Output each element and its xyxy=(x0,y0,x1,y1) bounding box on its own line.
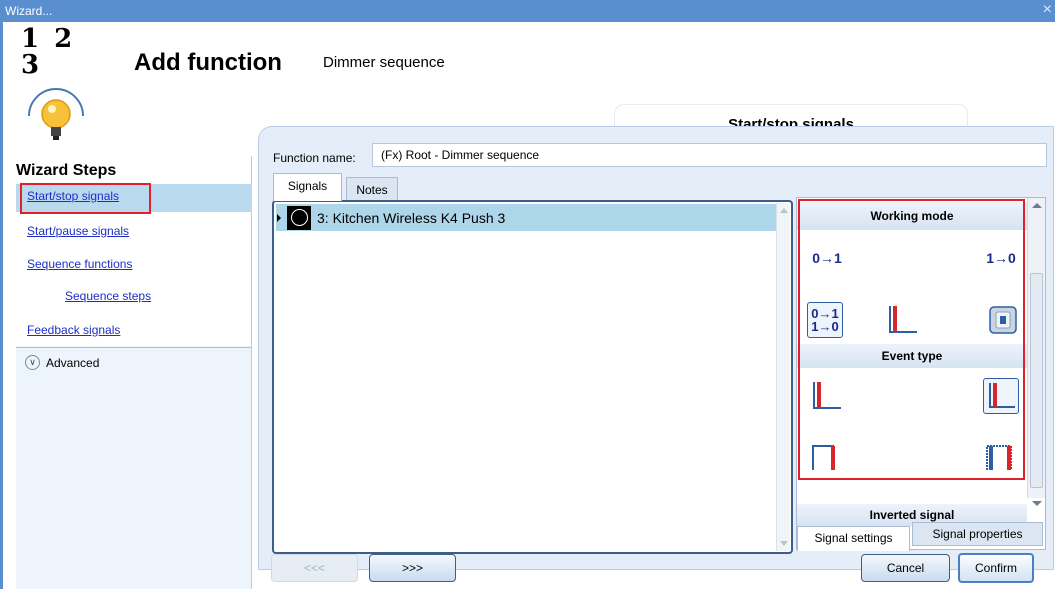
tab-signal-settings[interactable]: Signal settings xyxy=(797,526,910,551)
highlight-box-settings xyxy=(798,199,1025,480)
scroll-up-arrow-icon[interactable] xyxy=(780,208,788,213)
signal-row[interactable]: 3: Kitchen Wireless K4 Push 3 xyxy=(276,204,776,231)
sidebar-item-start-pause-signals[interactable]: Start/pause signals xyxy=(16,219,252,247)
window-titlebar: Wizard... × xyxy=(0,0,1055,22)
sidebar-item-label: Sequence steps xyxy=(65,289,152,303)
main-content-panel: Function name: (Fx) Root - Dimmer sequen… xyxy=(258,126,1054,570)
advanced-toggle[interactable]: ∨ Advanced xyxy=(25,355,99,370)
wizard-steps-title: Wizard Steps xyxy=(16,162,117,179)
wireless-push-button-icon xyxy=(287,205,311,230)
scroll-down-arrow-icon[interactable] xyxy=(1032,501,1042,506)
wizard-logo: 1 2 3 xyxy=(21,24,91,140)
page-subtitle: Dimmer sequence xyxy=(323,54,445,71)
wizard-window: 1 2 3 Add function Dimmer sequence Start… xyxy=(0,22,1055,589)
sidebar-item-sequence-functions[interactable]: Sequence functions xyxy=(16,252,252,280)
window-title: Wizard... xyxy=(5,4,53,18)
sidebar-item-label: Start/pause signals xyxy=(27,224,130,238)
wizard-steps-sidebar: Wizard Steps Start/stop signals Start/pa… xyxy=(16,156,252,589)
signals-scrollbar[interactable] xyxy=(776,203,790,551)
function-name-label: Function name: xyxy=(273,151,356,165)
settings-scrollbar[interactable] xyxy=(1027,198,1045,506)
logo-numbers: 1 2 3 xyxy=(21,24,76,80)
sidebar-divider xyxy=(16,347,252,348)
signals-list[interactable]: 3: Kitchen Wireless K4 Push 3 xyxy=(272,200,793,554)
sidebar-item-label: Feedback signals xyxy=(27,323,121,337)
sidebar-item-feedback-signals[interactable]: Feedback signals xyxy=(16,318,252,346)
scroll-up-arrow-icon[interactable] xyxy=(1032,203,1042,208)
sidebar-item-sequence-steps[interactable]: Sequence steps xyxy=(16,284,252,312)
scroll-down-arrow-icon[interactable] xyxy=(780,541,788,546)
previous-button[interactable]: <<< xyxy=(271,554,358,582)
tab-signal-properties[interactable]: Signal properties xyxy=(912,522,1043,546)
page-title: Add function xyxy=(134,49,282,76)
cancel-button[interactable]: Cancel xyxy=(861,554,950,582)
lightbulb-icon xyxy=(28,88,84,140)
tab-signals[interactable]: Signals xyxy=(273,173,342,201)
scroll-thumb[interactable] xyxy=(1030,273,1043,488)
row-pointer-icon xyxy=(277,213,281,222)
advanced-label: Advanced xyxy=(46,355,100,370)
sidebar-background xyxy=(16,346,252,589)
sidebar-item-label: Sequence functions xyxy=(27,257,133,271)
highlight-box-start-stop xyxy=(20,183,151,214)
confirm-button[interactable]: Confirm xyxy=(958,553,1034,583)
next-button[interactable]: >>> xyxy=(369,554,456,582)
signal-label: 3: Kitchen Wireless K4 Push 3 xyxy=(317,209,506,226)
function-name-input[interactable]: (Fx) Root - Dimmer sequence xyxy=(372,143,1047,167)
close-icon[interactable]: × xyxy=(1043,0,1052,20)
chevron-down-icon: ∨ xyxy=(25,355,40,370)
tab-notes[interactable]: Notes xyxy=(346,177,398,202)
